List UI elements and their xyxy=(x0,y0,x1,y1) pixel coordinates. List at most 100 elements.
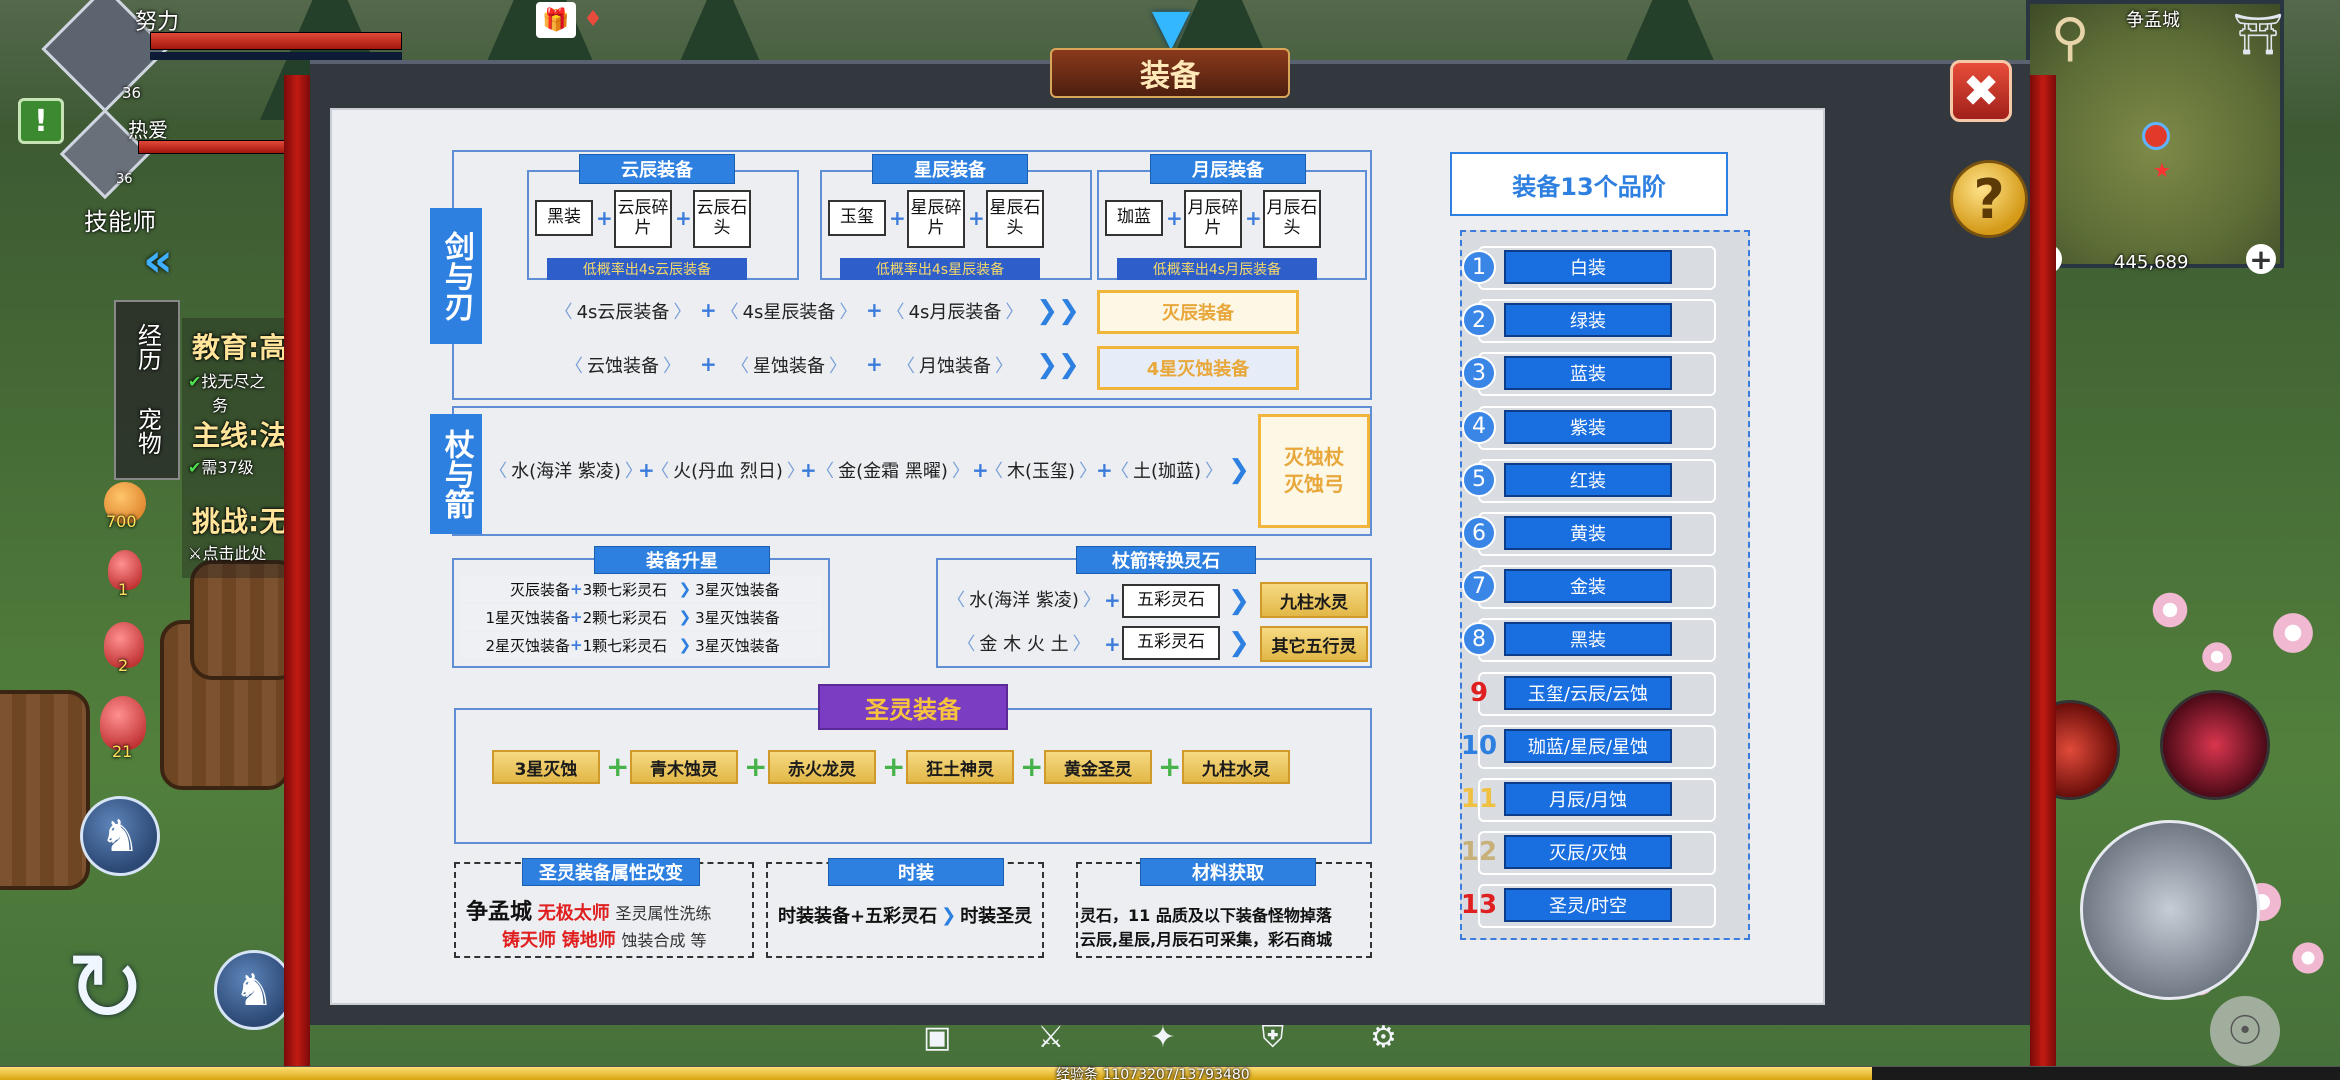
gift-icon[interactable]: 🎁 xyxy=(536,2,576,38)
quest-2-line: ✔需37级 xyxy=(188,458,254,477)
staff-side-label: 杖与箭 xyxy=(430,414,482,534)
alert-icon[interactable]: ! xyxy=(18,98,64,144)
collapse-left-icon[interactable]: « xyxy=(128,233,188,287)
plus-icon: + xyxy=(1104,588,1121,612)
plus-icon: + xyxy=(1245,206,1262,230)
attack-button[interactable] xyxy=(2080,820,2260,1000)
equipment-guide-card: 剑与刃 云辰装备 黑装 + 云辰碎片 + 云辰石头 低概率出4s云辰装备 星辰装… xyxy=(330,108,1825,1005)
player1-hp-bar xyxy=(150,32,402,50)
check-icon: ✔ xyxy=(188,372,202,391)
map-name: 争孟城 xyxy=(2126,10,2180,31)
tab-pet-label: 宠物 xyxy=(133,407,162,455)
result-box: 灭辰装备 xyxy=(1097,290,1299,334)
quest-1-line: ✔找无尽之 xyxy=(188,372,266,391)
quest-3-title: 挑战:无 xyxy=(192,505,288,538)
tier-label: 珈蓝/星辰/星蚀 xyxy=(1504,728,1672,763)
swords-icon: ⚔ xyxy=(188,544,203,563)
mount-2-icon[interactable]: ♞ xyxy=(214,950,294,1030)
holy-item: 黄金圣灵 xyxy=(1044,750,1152,784)
holy-item: 九柱水灵 xyxy=(1182,750,1290,784)
tier-number: 7 xyxy=(1462,569,1496,604)
result-box: 4星灭蚀装备 xyxy=(1097,346,1299,390)
convert-from: 水(海洋 紫凌) xyxy=(944,582,1104,616)
tier-number: 4 xyxy=(1462,409,1496,444)
mount-icon[interactable]: ♞ xyxy=(80,796,160,876)
chain-item: 土(珈蓝) xyxy=(1114,450,1220,490)
tier-label: 金装 xyxy=(1504,569,1672,604)
quest-2-title: 主线:法 xyxy=(192,419,288,452)
group-note: 低概率出4s月辰装备 xyxy=(1117,258,1317,280)
tier-label: 月辰/月蚀 xyxy=(1504,782,1672,816)
upgrade-row: 灭辰装备 +3颗七彩灵石 ❯ 3星灭蚀装备 xyxy=(460,576,822,602)
close-button[interactable]: ✖ xyxy=(1950,60,2012,122)
end-box: 云辰石头 xyxy=(693,190,751,248)
player2-level: 36 xyxy=(116,172,133,187)
attr-title: 圣灵装备属性改变 xyxy=(522,858,700,886)
material-line2: 云辰,星辰,月辰石可采集，彩石商城 xyxy=(1080,930,1333,949)
gate-icon[interactable]: ⛩ xyxy=(2233,8,2284,60)
plus-icon: + xyxy=(596,206,613,230)
chain-item: 月蚀装备 xyxy=(882,350,1028,380)
group-header: 云辰装备 xyxy=(579,154,735,184)
convert-title: 杖箭转换灵石 xyxy=(1076,546,1256,574)
tier-number: 2 xyxy=(1462,303,1496,338)
arrow-right-icon: ❯ xyxy=(1228,586,1250,616)
tier-label: 白装 xyxy=(1504,250,1672,284)
arrow-right-icon: ❯❯ xyxy=(1036,350,1080,380)
plus-icon: + xyxy=(866,352,883,376)
material-line1: 灵石，11 品质及以下装备怪物掉落 xyxy=(1080,906,1332,925)
stone-box: 五彩灵石 xyxy=(1122,584,1220,618)
star-marker-icon: ★ xyxy=(2153,158,2171,182)
tier-label: 玉玺/云辰/云蚀 xyxy=(1504,675,1672,710)
quest-1-title: 教育:高 xyxy=(192,331,288,364)
tab-pet[interactable]: 宠物 xyxy=(118,394,176,468)
panel-left-curtain xyxy=(284,75,310,1075)
skill-button[interactable] xyxy=(2160,690,2270,800)
wing-icon[interactable]: ✦ xyxy=(1150,1020,1175,1060)
chain-item: 火(丹血 烈日) xyxy=(656,450,800,490)
search-icon[interactable]: ⚲ xyxy=(2038,6,2102,70)
chain-item: 云蚀装备 xyxy=(550,350,696,380)
convert-result: 其它五行灵 xyxy=(1260,626,1368,662)
tier-number: 10 xyxy=(1460,730,1498,761)
bottom-icons: ▣ ⚔ ✦ ⛨ ⚙ xyxy=(880,1020,1440,1060)
lock-icon[interactable]: ☉ xyxy=(2210,996,2280,1066)
chain-item: 星蚀装备 xyxy=(716,350,862,380)
exp-text: 经验条 11073207/13793480 xyxy=(1056,1067,1250,1080)
switch-icon[interactable]: ↻ xyxy=(48,930,164,1046)
zoom-in-icon[interactable]: + xyxy=(2246,243,2276,276)
plus-icon: + xyxy=(866,298,883,322)
material-title: 材料获取 xyxy=(1140,858,1316,886)
tab-history[interactable]: 经历 xyxy=(118,310,176,384)
arrow-right-icon: ❯ xyxy=(1228,455,1250,485)
attr-line1: 争孟城 无极太师 圣灵属性洗练 xyxy=(466,900,712,925)
plus-icon: + xyxy=(889,206,906,230)
base-box: 玉玺 xyxy=(828,200,886,236)
plus-icon: + xyxy=(968,206,985,230)
map-coords: 445,689 xyxy=(2114,252,2189,273)
bag-icon[interactable]: ▣ xyxy=(923,1020,951,1060)
sword-icon[interactable]: ⚔ xyxy=(1037,1020,1064,1060)
tier-number: 1 xyxy=(1462,250,1496,284)
settings-icon[interactable]: ⚙ xyxy=(1370,1020,1397,1060)
holy-item: 狂土神灵 xyxy=(906,750,1014,784)
player1-level: 36 xyxy=(122,84,142,102)
share-icon[interactable]: ♦ xyxy=(580,6,606,32)
tier-number: 12 xyxy=(1460,837,1498,868)
chain-item: 4s云辰装备 xyxy=(550,296,696,326)
tier-label: 灭辰/灭蚀 xyxy=(1504,835,1672,870)
plus-icon: + xyxy=(882,750,906,783)
arrow-right-icon: ❯ xyxy=(1228,628,1250,658)
mid-box: 星辰碎片 xyxy=(907,190,965,248)
plus-icon: + xyxy=(744,750,768,783)
item-count-4: 21 xyxy=(112,742,133,761)
tier-number: 9 xyxy=(1469,677,1489,708)
tier-number: 5 xyxy=(1462,462,1496,497)
help-button[interactable]: ? xyxy=(1950,160,2028,238)
convert-from: 金 木 火 土 xyxy=(944,626,1104,660)
tower-icon[interactable]: ⛨ xyxy=(1262,1020,1285,1060)
minimap[interactable]: ⚲ 争孟城 ⛩ ★ − 445,689 + xyxy=(2026,0,2284,276)
expand-down-icon[interactable]: ▼ xyxy=(1140,0,1202,56)
chain-item: 4s星辰装备 xyxy=(716,296,862,326)
player1-mp-bar xyxy=(150,52,402,60)
